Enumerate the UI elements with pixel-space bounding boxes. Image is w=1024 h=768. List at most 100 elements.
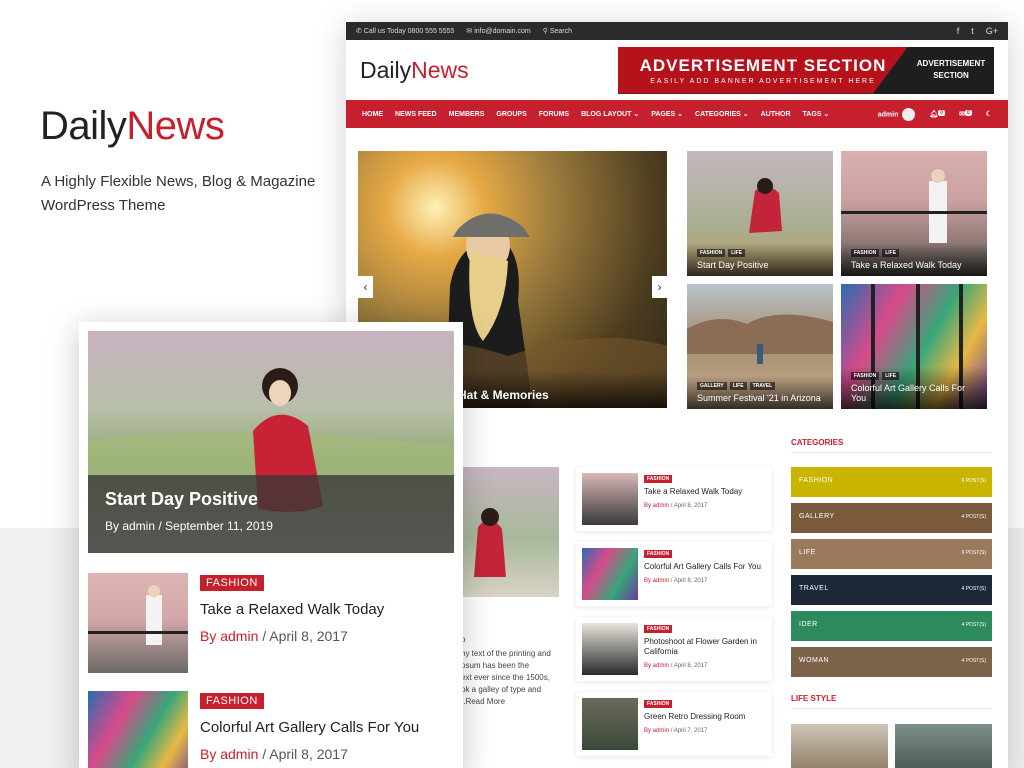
post-tag[interactable]: FASHION: [697, 249, 726, 257]
twitter-icon[interactable]: t: [971, 26, 974, 36]
nav-groups[interactable]: GROUPS: [496, 111, 526, 118]
category-woman[interactable]: WOMAN 4 POST(S): [791, 647, 992, 677]
social-links: f t G+: [957, 26, 998, 36]
slider-next-button[interactable]: ›: [652, 276, 667, 298]
post-title[interactable]: Start Day Positive: [697, 260, 823, 270]
post-tag[interactable]: LIFE: [729, 382, 747, 390]
grid-post-4[interactable]: FASHION LIFE Colorful Art Gallery Calls F…: [841, 284, 987, 409]
mobile-list-item[interactable]: FASHION Colorful Art Gallery Calls For Y…: [88, 691, 454, 768]
article-excerpt: o ny text of the printing and psum has b…: [461, 634, 561, 708]
phone-icon: ✆: [356, 28, 362, 35]
post-title[interactable]: Summer Festival '21 in Arizona: [697, 393, 823, 403]
site-header: DailyNews ADVERTISEMENT SECTION EASILY A…: [346, 40, 1008, 100]
article-image[interactable]: [458, 467, 559, 597]
nav-forums[interactable]: FORUMS: [539, 111, 569, 118]
chevron-right-icon: ›: [657, 280, 662, 294]
hero-tagline: A Highly Flexible News, Blog & Magazine …: [41, 173, 316, 214]
list-tag[interactable]: FASHION: [644, 625, 673, 633]
nav-tags[interactable]: TAGS ⌄: [803, 110, 830, 118]
google-plus-icon[interactable]: G+: [986, 26, 998, 36]
post-tag[interactable]: LIFE: [728, 249, 746, 257]
search-icon: ⚲: [542, 28, 548, 35]
categories-heading: CATEGORIES: [791, 438, 844, 447]
nav-author[interactable]: AUTHOR: [761, 111, 791, 118]
mail-icon: ✉: [466, 28, 473, 35]
bell-icon: 🔔︎: [929, 111, 939, 118]
post-title[interactable]: Take a Relaxed Walk Today: [851, 260, 977, 270]
nav-members[interactable]: MEMBERS: [449, 111, 485, 118]
mobile-tag[interactable]: FASHION: [200, 575, 264, 591]
list-item[interactable]: FASHION Colorful Art Gallery Calls For Y…: [576, 542, 772, 606]
mobile-title[interactable]: Colorful Art Gallery Calls For You: [200, 719, 419, 736]
excerpt-fragment: o: [461, 635, 466, 644]
facebook-icon[interactable]: f: [957, 26, 960, 36]
nav-categories[interactable]: CATEGORIES ⌄: [695, 110, 749, 118]
search-link[interactable]: ⚲ Search: [543, 27, 572, 35]
mobile-featured-post[interactable]: Start Day Positive By admin / September …: [88, 331, 454, 553]
mobile-tag[interactable]: FASHION: [200, 693, 264, 709]
post-tag[interactable]: LIFE: [882, 372, 900, 380]
ad-title: ADVERTISEMENT SECTION: [639, 55, 887, 75]
list-tag[interactable]: FASHION: [644, 550, 673, 558]
list-title[interactable]: Green Retro Dressing Room: [644, 712, 768, 722]
list-title[interactable]: Colorful Art Gallery Calls For You: [644, 562, 768, 572]
post-tag[interactable]: FASHION: [851, 372, 880, 380]
user-menu[interactable]: admin: [878, 107, 916, 121]
list-title[interactable]: Photoshoot at Flower Garden in Californi…: [644, 637, 768, 657]
ad-subtitle: EASILY ADD BANNER ADVERTISEMENT HERE: [650, 77, 876, 85]
read-more-link[interactable]: ..Read More: [461, 696, 561, 708]
notification-count: 0: [938, 110, 946, 116]
mobile-list-item[interactable]: FASHION Take a Relaxed Walk Today By adm…: [88, 573, 454, 673]
list-meta: By admin / April 8, 2017: [644, 663, 708, 669]
lifestyle-thumb-2[interactable]: [895, 724, 992, 768]
grid-post-2[interactable]: FASHION LIFE Take a Relaxed Walk Today: [841, 151, 987, 276]
mobile-featured-meta: By admin / September 11, 2019: [105, 519, 273, 533]
chevron-left-icon: ‹: [363, 280, 368, 294]
mobile-meta: By admin / April 8, 2017: [200, 628, 348, 644]
slider-prev-button[interactable]: ‹: [358, 276, 373, 298]
divider: [791, 452, 992, 453]
nav-blog-layout[interactable]: BLOG LAYOUT ⌄: [581, 110, 639, 118]
lifestyle-thumb-1[interactable]: [791, 724, 888, 768]
list-tag[interactable]: FASHION: [644, 475, 673, 483]
mobile-featured-title[interactable]: Start Day Positive: [105, 489, 437, 510]
post-tag[interactable]: GALLERY: [697, 382, 727, 390]
advertisement-banner[interactable]: ADVERTISEMENT SECTION EASILY ADD BANNER …: [618, 46, 994, 94]
nav-home[interactable]: HOME: [362, 111, 383, 118]
list-title[interactable]: Take a Relaxed Walk Today: [644, 487, 768, 497]
list-meta: By admin / April 8, 2017: [644, 503, 708, 509]
category-fashion[interactable]: FASHION 6 POST(S): [791, 467, 992, 497]
top-bar: ✆ Call us Today 0800 555 5555 ✉ info@dom…: [346, 22, 1008, 40]
post-tag[interactable]: FASHION: [851, 249, 880, 257]
notifications-button[interactable]: 🔔︎ 0: [929, 110, 946, 118]
post-tag[interactable]: TRAVEL: [749, 382, 776, 390]
post-tag[interactable]: LIFE: [882, 249, 900, 257]
list-thumbnail: [582, 548, 638, 600]
list-item[interactable]: FASHION Photoshoot at Flower Garden in C…: [576, 617, 772, 681]
post-title[interactable]: Colorful Art Gallery Calls For You: [851, 383, 977, 403]
message-count: 0: [964, 110, 972, 116]
grid-post-1[interactable]: FASHION LIFE Start Day Positive: [687, 151, 833, 276]
list-thumbnail: [582, 473, 638, 525]
dark-mode-toggle[interactable]: ☾: [986, 110, 992, 118]
messages-button[interactable]: ✉ 0: [959, 110, 972, 118]
main-nav: HOME NEWS FEED MEMBERS GROUPS FORUMS BLO…: [346, 100, 1008, 128]
site-logo[interactable]: DailyNews: [360, 57, 469, 84]
nav-pages[interactable]: PAGES ⌄: [651, 110, 683, 118]
category-travel[interactable]: TRAVEL 4 POST(S): [791, 575, 992, 605]
email-item[interactable]: ✉ info@domain.com: [466, 27, 530, 35]
avatar: [902, 107, 916, 121]
mobile-meta: By admin / April 8, 2017: [200, 746, 348, 762]
category-life[interactable]: LIFE 9 POST(S): [791, 539, 992, 569]
category-gallery[interactable]: GALLERY 4 POST(S): [791, 503, 992, 533]
grid-post-3[interactable]: GALLERY LIFE TRAVEL Summer Festival '21 in…: [687, 284, 833, 409]
nav-news-feed[interactable]: NEWS FEED: [395, 111, 437, 118]
list-item[interactable]: FASHION Green Retro Dressing Room By adm…: [576, 692, 772, 756]
mobile-title[interactable]: Take a Relaxed Walk Today: [200, 601, 384, 618]
mobile-thumbnail: [88, 573, 188, 673]
hero-logo: DailyNews: [40, 104, 225, 148]
list-tag[interactable]: FASHION: [644, 700, 673, 708]
mobile-thumbnail: [88, 691, 188, 768]
category-ider[interactable]: IDER 4 POST(S): [791, 611, 992, 641]
list-item[interactable]: FASHION Take a Relaxed Walk Today By adm…: [576, 467, 772, 531]
